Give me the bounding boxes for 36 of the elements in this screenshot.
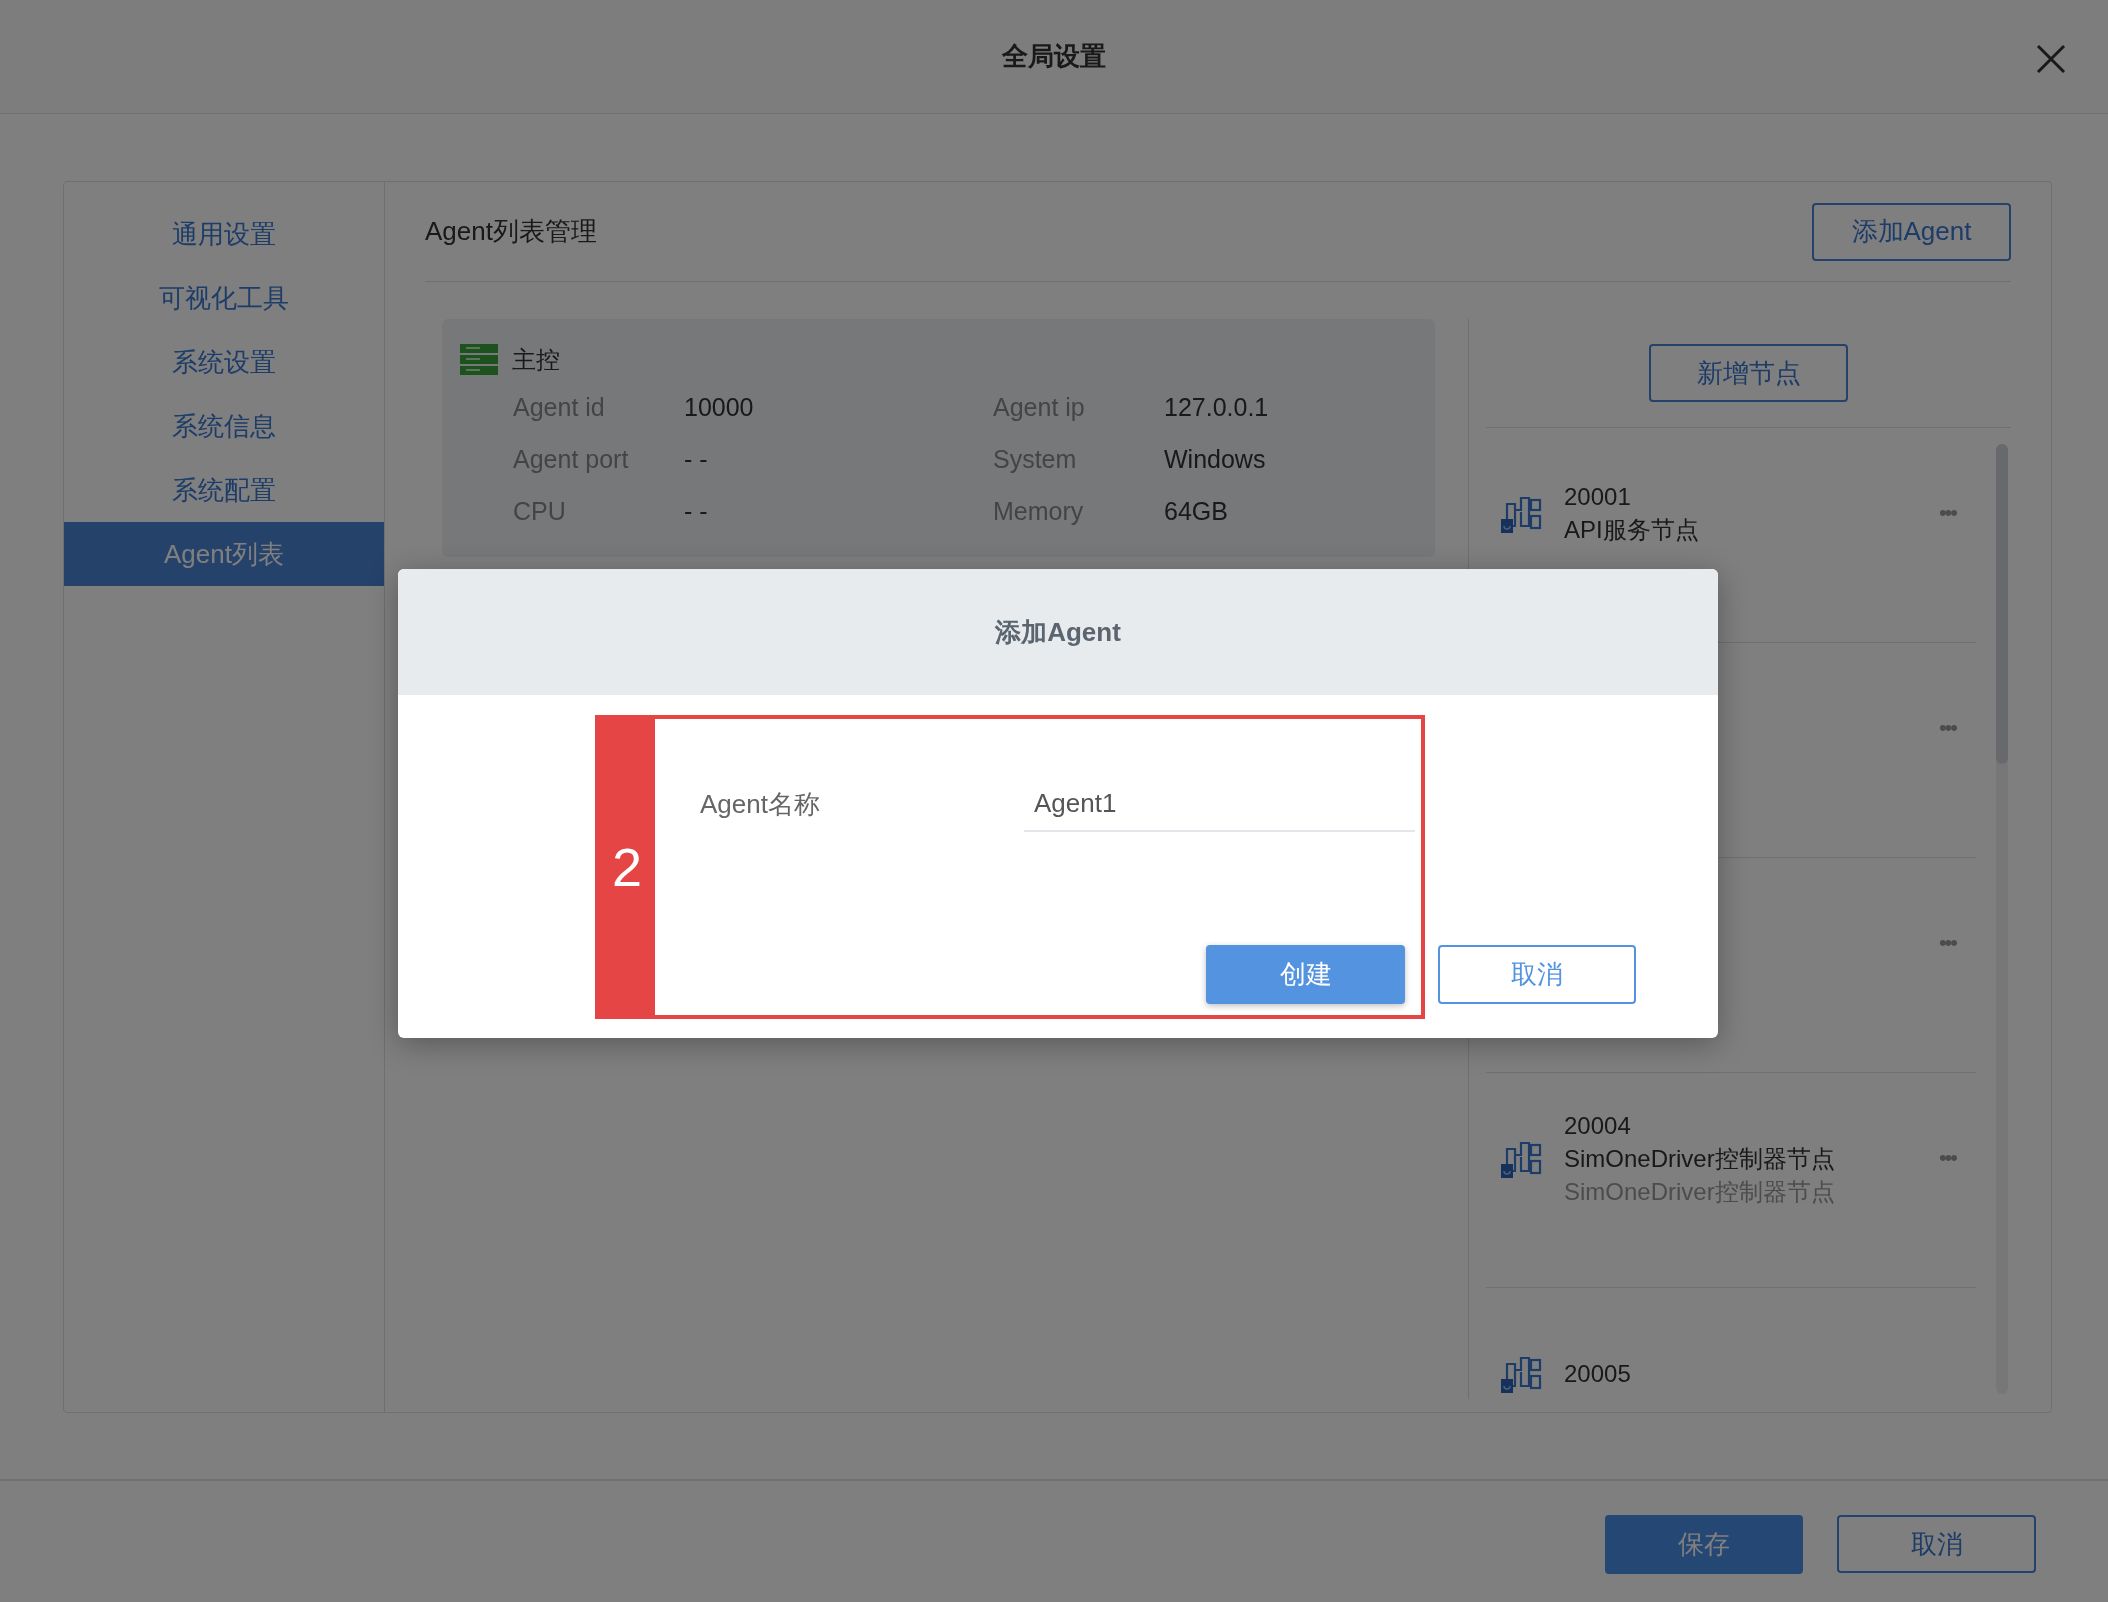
field-value: 64GB xyxy=(1164,495,1229,527)
more-menu[interactable]: ••• xyxy=(1938,500,1956,526)
node-id: 20001 xyxy=(1564,482,1632,512)
more-menu[interactable]: ••• xyxy=(1938,1145,1956,1171)
sidebar-item[interactable]: 系统信息 xyxy=(64,394,384,458)
add-agent-button[interactable]: 添加Agent xyxy=(1812,202,2011,261)
server-icon xyxy=(460,344,498,376)
node-name: API服务节点 xyxy=(1564,515,1700,545)
add-node-button[interactable]: 新增节点 xyxy=(1649,344,1848,402)
more-menu[interactable]: ••• xyxy=(1938,930,1956,956)
dialog-title: 添加Agent xyxy=(995,615,1121,649)
sidebar-item[interactable]: 可视化工具 xyxy=(64,266,384,330)
agent-title: 主控 xyxy=(512,345,560,375)
sidebar-item[interactable]: 系统设置 xyxy=(64,330,384,394)
field-value: 127.0.0.1 xyxy=(1164,391,1270,423)
close-icon[interactable] xyxy=(2036,44,2066,74)
more-menu[interactable]: ••• xyxy=(1938,715,1956,741)
field-value: - - xyxy=(684,443,709,475)
node-id: 20005 xyxy=(1564,1358,1632,1389)
node-name: SimOneDriver控制器节点 xyxy=(1564,1143,1836,1174)
sidebar-item[interactable]: 系统配置 xyxy=(64,458,384,522)
scrollbar[interactable] xyxy=(1996,444,2008,1394)
save-button[interactable]: 保存 xyxy=(1605,1515,1803,1574)
annotation-number: 2 xyxy=(611,836,642,898)
node-id: 20004 xyxy=(1564,1110,1632,1141)
create-button[interactable]: 创建 xyxy=(1206,945,1405,1004)
field-value: Windows xyxy=(1164,443,1267,475)
cancel-button[interactable]: 取消 xyxy=(1438,945,1636,1004)
field-label: Agent名称 xyxy=(700,787,821,821)
cancel-button[interactable]: 取消 xyxy=(1837,1515,2036,1573)
section-title: Agent列表管理 xyxy=(425,215,597,248)
sidebar-item[interactable]: Agent列表 xyxy=(64,522,384,586)
window-title: 全局设置 xyxy=(1002,40,1106,73)
sidebar-item[interactable]: 通用设置 xyxy=(64,202,384,266)
field-value: - - xyxy=(684,495,709,527)
field-value: 10000 xyxy=(684,391,755,423)
